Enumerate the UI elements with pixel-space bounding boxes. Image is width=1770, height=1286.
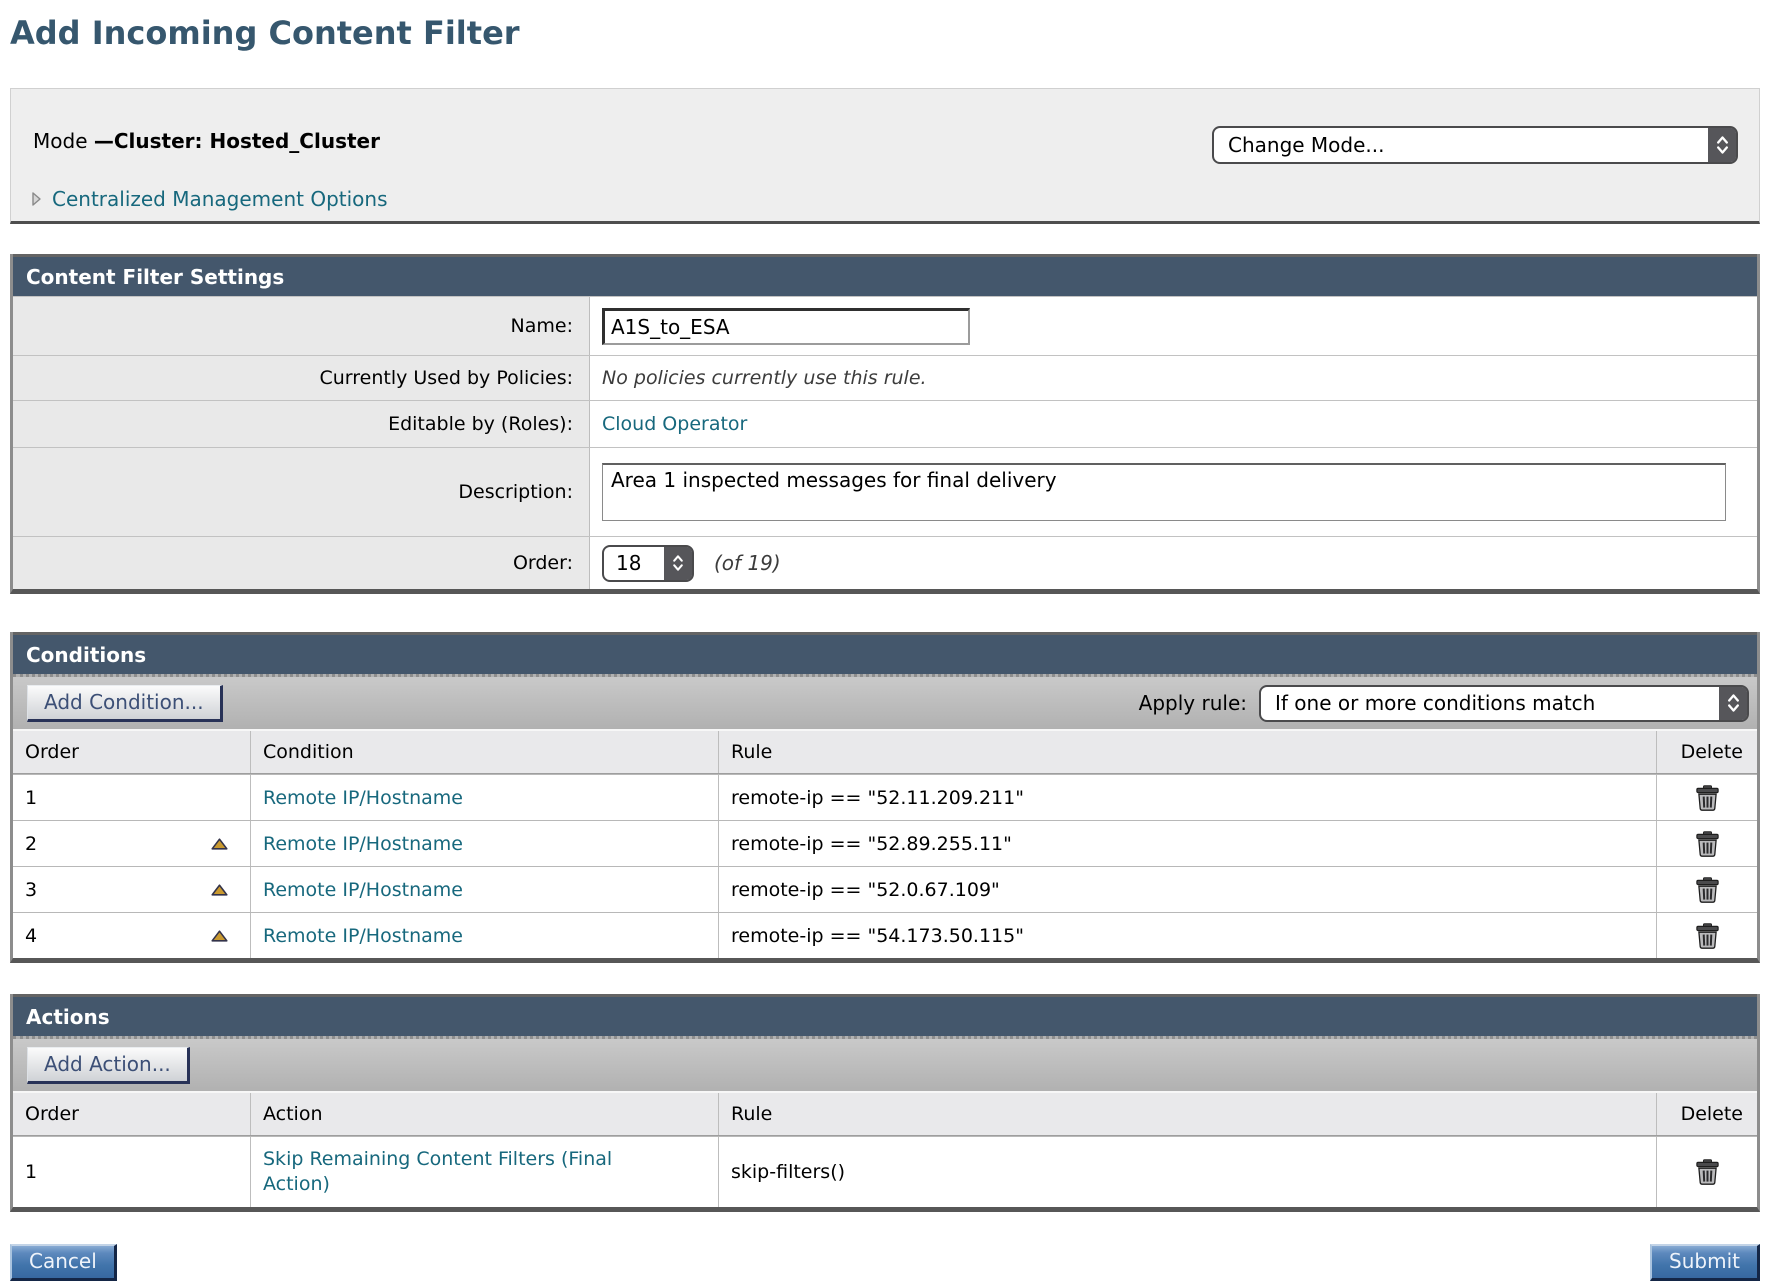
- description-label: Description:: [13, 448, 590, 536]
- change-mode-select[interactable]: Change Mode...: [1212, 126, 1738, 164]
- order-label: Order:: [13, 537, 590, 589]
- column-header-delete: Delete: [1656, 1093, 1757, 1135]
- move-up-icon[interactable]: [211, 930, 228, 942]
- select-stepper-icon: [664, 547, 692, 580]
- trash-icon[interactable]: [1696, 831, 1719, 857]
- condition-row-4: 4 Remote IP/Hostname remote-ip == "54.17…: [13, 912, 1757, 958]
- apply-rule-group: Apply rule: If one or more conditions ma…: [1139, 685, 1749, 722]
- apply-rule-label: Apply rule:: [1139, 691, 1247, 715]
- order-number: 3: [25, 879, 37, 901]
- order-number: 1: [25, 787, 37, 809]
- policies-value: No policies currently use this rule.: [602, 367, 927, 389]
- order-row: Order: 18 (of 19): [13, 536, 1757, 589]
- centralized-management-options-link[interactable]: Centralized Management Options: [31, 187, 388, 211]
- conditions-table-header: Order Condition Rule Delete: [13, 729, 1757, 774]
- submit-button[interactable]: Submit: [1650, 1244, 1760, 1281]
- content-filter-settings-panel: Content Filter Settings Name: Currently …: [10, 254, 1760, 594]
- condition-row-2: 2 Remote IP/Hostname remote-ip == "52.89…: [13, 820, 1757, 866]
- order-number: 2: [25, 833, 37, 855]
- trash-icon[interactable]: [1696, 877, 1719, 903]
- page-title: Add Incoming Content Filter: [10, 14, 1760, 52]
- order-selected-value: 18: [604, 551, 641, 575]
- condition-rule: remote-ip == "52.0.67.109": [718, 867, 1656, 912]
- order-number: 4: [25, 925, 37, 947]
- mode-label: Mode: [33, 129, 88, 153]
- trash-icon[interactable]: [1696, 1159, 1719, 1185]
- conditions-header: Conditions: [13, 632, 1757, 674]
- description-input[interactable]: Area 1 inspected messages for final deli…: [602, 463, 1726, 521]
- condition-link[interactable]: Remote IP/Hostname: [263, 787, 463, 809]
- action-rule: skip-filters(): [718, 1137, 1656, 1207]
- roles-row: Editable by (Roles): Cloud Operator: [13, 400, 1757, 447]
- column-header-action: Action: [250, 1093, 718, 1135]
- cloud-operator-link[interactable]: Cloud Operator: [602, 413, 747, 435]
- actions-toolbar: Add Action...: [13, 1036, 1757, 1091]
- order-select[interactable]: 18: [602, 545, 694, 582]
- column-header-rule: Rule: [718, 731, 1656, 773]
- add-condition-button[interactable]: Add Condition...: [27, 685, 223, 722]
- policies-label: Currently Used by Policies:: [13, 356, 590, 400]
- trash-icon[interactable]: [1696, 923, 1719, 949]
- centralized-management-options-label: Centralized Management Options: [52, 187, 388, 211]
- mode-value: —Cluster: Hosted_Cluster: [94, 129, 380, 153]
- roles-label: Editable by (Roles):: [13, 401, 590, 447]
- condition-rule: remote-ip == "54.173.50.115": [718, 913, 1656, 958]
- name-input[interactable]: [602, 308, 970, 345]
- move-up-icon[interactable]: [211, 838, 228, 850]
- condition-row-1: 1 Remote IP/Hostname remote-ip == "52.11…: [13, 774, 1757, 820]
- conditions-toolbar: Add Condition... Apply rule: If one or m…: [13, 674, 1757, 729]
- select-stepper-icon: [1708, 128, 1736, 162]
- name-row: Name:: [13, 296, 1757, 355]
- actions-panel: Actions Add Action... Order Action Rule …: [10, 994, 1760, 1212]
- add-incoming-content-filter-page: Add Incoming Content Filter Mode —Cluste…: [10, 0, 1760, 1281]
- trash-icon[interactable]: [1696, 785, 1719, 811]
- mode-text: Mode —Cluster: Hosted_Cluster: [33, 129, 380, 153]
- select-stepper-icon: [1719, 687, 1747, 720]
- actions-header: Actions: [13, 994, 1757, 1036]
- condition-link[interactable]: Remote IP/Hostname: [263, 833, 463, 855]
- condition-link[interactable]: Remote IP/Hostname: [263, 925, 463, 947]
- column-header-delete: Delete: [1656, 731, 1757, 773]
- policies-row: Currently Used by Policies: No policies …: [13, 355, 1757, 400]
- apply-rule-selected-value: If one or more conditions match: [1261, 691, 1595, 715]
- column-header-order: Order: [13, 731, 250, 773]
- name-label: Name:: [13, 297, 590, 355]
- cancel-button[interactable]: Cancel: [10, 1244, 117, 1281]
- content-filter-settings-header: Content Filter Settings: [13, 254, 1757, 296]
- disclosure-triangle-icon: [31, 191, 42, 207]
- actions-table-header: Order Action Rule Delete: [13, 1091, 1757, 1136]
- description-row: Description: Area 1 inspected messages f…: [13, 447, 1757, 536]
- action-link[interactable]: Skip Remaining Content Filters (Final Ac…: [263, 1147, 663, 1197]
- column-header-rule: Rule: [718, 1093, 1656, 1135]
- mode-panel: Mode —Cluster: Hosted_Cluster Change Mod…: [10, 88, 1760, 224]
- order-number: 1: [25, 1161, 37, 1183]
- condition-rule: remote-ip == "52.89.255.11": [718, 821, 1656, 866]
- footer-button-bar: Cancel Submit: [10, 1244, 1760, 1281]
- condition-link[interactable]: Remote IP/Hostname: [263, 879, 463, 901]
- apply-rule-select[interactable]: If one or more conditions match: [1259, 685, 1749, 722]
- condition-rule: remote-ip == "52.11.209.211": [718, 775, 1656, 820]
- add-action-button[interactable]: Add Action...: [27, 1047, 190, 1084]
- action-row-1: 1 Skip Remaining Content Filters (Final …: [13, 1136, 1757, 1207]
- conditions-panel: Conditions Add Condition... Apply rule: …: [10, 632, 1760, 963]
- change-mode-selected-value: Change Mode...: [1214, 133, 1385, 157]
- column-header-order: Order: [13, 1093, 250, 1135]
- order-total-note: (of 19): [714, 551, 781, 575]
- condition-row-3: 3 Remote IP/Hostname remote-ip == "52.0.…: [13, 866, 1757, 912]
- column-header-condition: Condition: [250, 731, 718, 773]
- move-up-icon[interactable]: [211, 884, 228, 896]
